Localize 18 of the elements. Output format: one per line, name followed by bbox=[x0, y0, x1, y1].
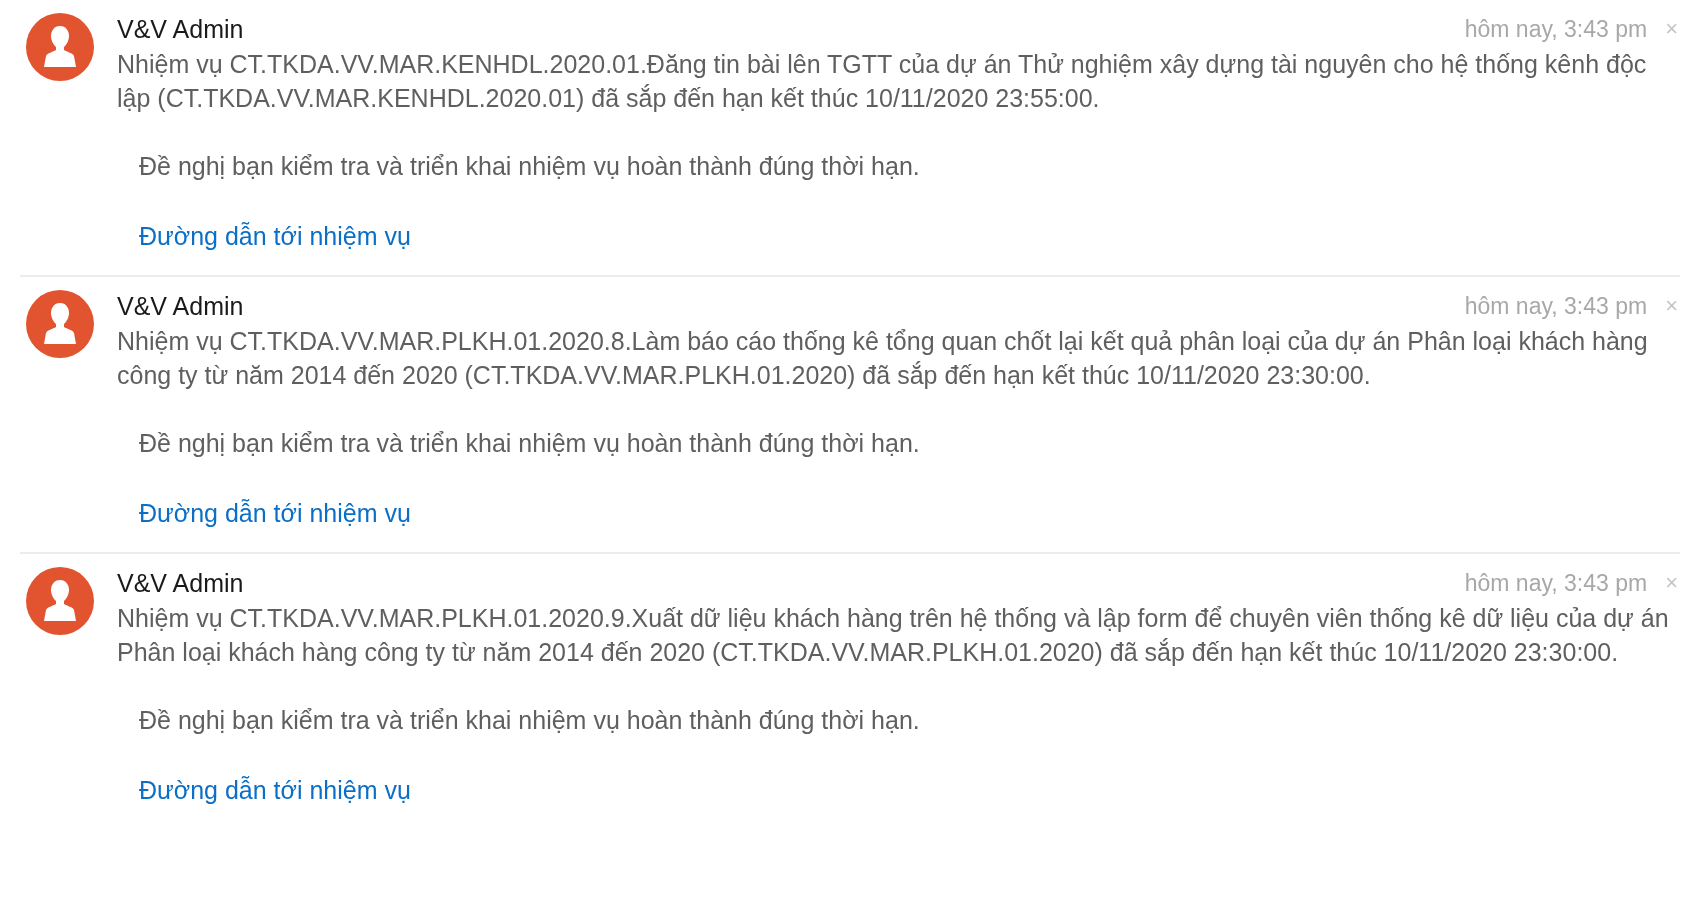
task-link[interactable]: Đường dẫn tới nhiệm vụ bbox=[139, 222, 411, 250]
sender-name: V&V Admin bbox=[117, 291, 245, 322]
timestamp: hôm nay, 3:43 pm bbox=[1464, 569, 1648, 598]
sender-name: V&V Admin bbox=[117, 568, 245, 599]
sender-name: V&V Admin bbox=[117, 14, 245, 45]
request-text: Đề nghị bạn kiểm tra và triển khai nhiệm vụ hoàn thành đúng thời hạn. bbox=[139, 705, 921, 736]
task-link[interactable]: Đường dẫn tới nhiệm vụ bbox=[139, 776, 411, 804]
notification-message: Nhiệm vụ CT.TKDA.VV.MAR.PLKH.01.2020.9.Xuất dữ liệu khách hàng trên hệ thống và lập form để chuyên viên thống kê dữ liệu của dự án Phân loại khách hàng công ty từ năm 2014 đến 2020 (CT.TKDA.VV.MAR.PLKH.01.2020) đã sắp đến hạn kết thúc 10/11/2020 23:30:00. bbox=[117, 603, 1670, 668]
timestamp: hôm nay, 3:43 pm bbox=[1464, 292, 1648, 321]
avatar-icon bbox=[26, 567, 94, 635]
request-text: Đề nghị bạn kiểm tra và triển khai nhiệm vụ hoàn thành đúng thời hạn. bbox=[139, 151, 921, 182]
avatar-icon bbox=[26, 13, 94, 81]
request-text: Đề nghị bạn kiểm tra và triển khai nhiệm vụ hoàn thành đúng thời hạn. bbox=[139, 428, 921, 459]
notification-message: Nhiệm vụ CT.TKDA.VV.MAR.KENHDL.2020.01.Đăng tin bài lên TGTT của dự án Thử nghiệm xây dựng tài nguyên cho hệ thống kênh độc lập (CT.TKDA.VV.MAR.KENHDL.2020.01) đã sắp đến hạn kết thúc 10/11/2020 23:55:00. bbox=[117, 49, 1648, 114]
notification-message: Nhiệm vụ CT.TKDA.VV.MAR.PLKH.01.2020.8.Làm báo cáo thống kê tổng quan chốt lại kết quả phân loại của dự án Phân loại khách hàng công ty từ năm 2014 đến 2020 (CT.TKDA.VV.MAR.PLKH.01.2020) đã sắp đến hạn kết thúc 10/11/2020 23:30:00. bbox=[117, 326, 1649, 391]
task-link[interactable]: Đường dẫn tới nhiệm vụ bbox=[139, 499, 411, 527]
timestamp: hôm nay, 3:43 pm bbox=[1464, 15, 1648, 44]
avatar-icon bbox=[26, 290, 94, 358]
